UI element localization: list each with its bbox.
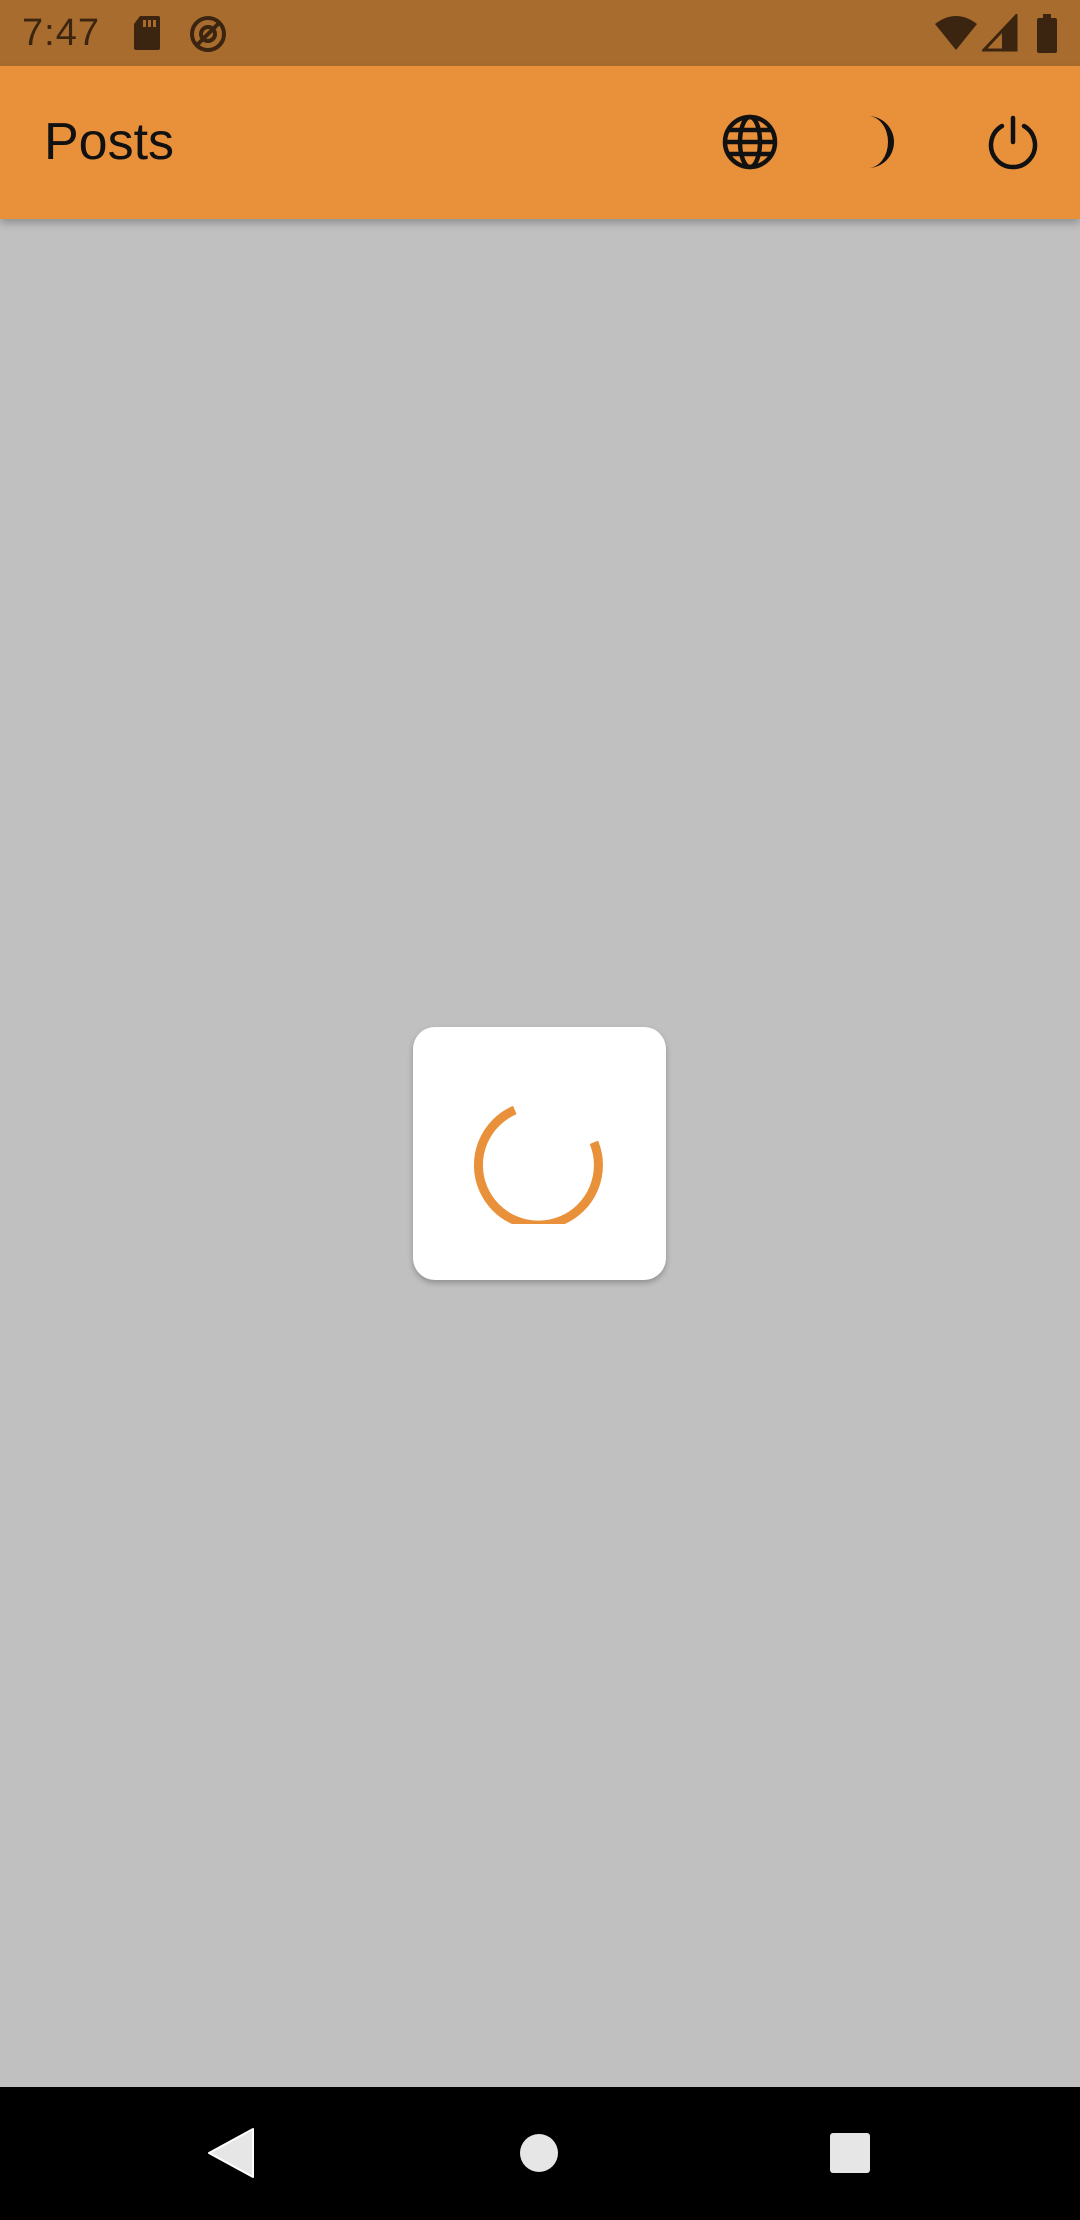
status-bar: 7:47 [0,0,1080,66]
globe-icon [722,114,778,170]
logout-button[interactable] [977,106,1049,178]
loading-dialog [413,1027,666,1280]
sd-card-icon [132,14,162,52]
moon-icon [868,116,894,168]
app-bar: Posts [0,66,1080,219]
language-button[interactable] [714,106,786,178]
status-time: 7:47 [22,12,100,54]
do-not-disturb-icon [188,14,228,52]
page-title: Posts [44,113,175,171]
signal-icon [980,12,1018,52]
loading-spinner [473,1105,603,1224]
navigation-bar [0,2087,1080,2220]
recents-icon [830,2133,870,2173]
power-icon [988,115,1038,170]
wifi-icon [934,14,978,52]
battery-icon [1036,14,1058,53]
dark-mode-button[interactable] [846,106,918,178]
home-button[interactable] [506,2120,572,2186]
recents-button[interactable] [817,2120,883,2186]
back-button[interactable] [198,2120,264,2186]
back-icon [208,2128,254,2178]
home-icon [520,2134,558,2172]
